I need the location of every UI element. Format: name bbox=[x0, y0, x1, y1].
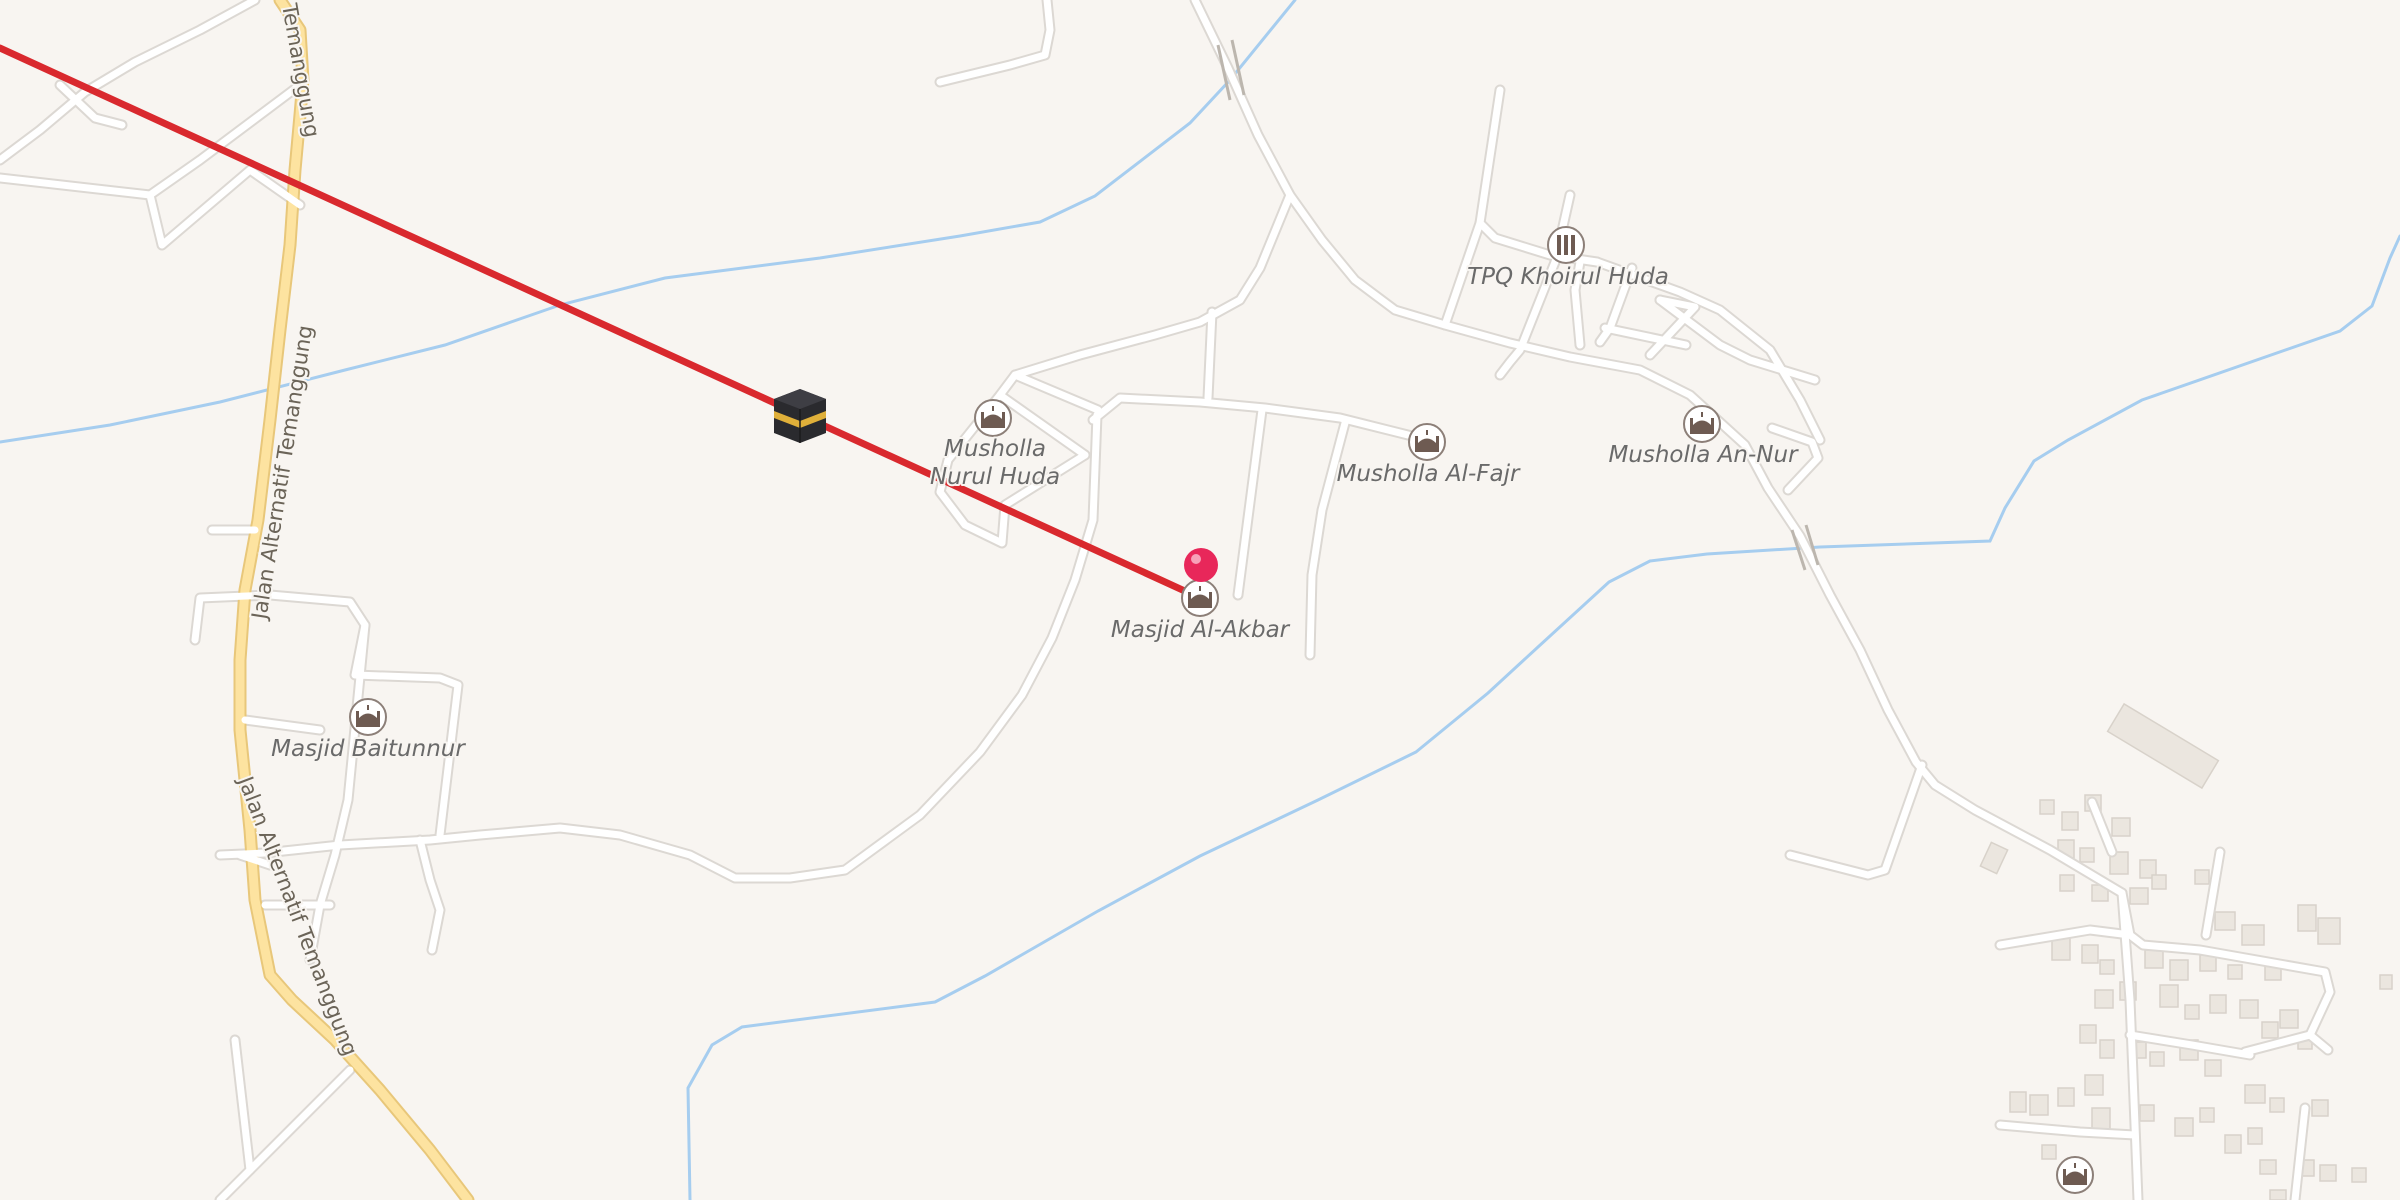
poi-label: Musholla An-Nur bbox=[1608, 442, 1799, 468]
kaaba-icon[interactable] bbox=[774, 389, 826, 443]
poi-label: TPQ Khoirul Huda bbox=[1467, 264, 1669, 290]
poi-label: Masjid Al-Akbar bbox=[1111, 617, 1291, 643]
poi-label: Musholla bbox=[944, 436, 1046, 462]
map-canvas[interactable]: Jalan Alternatif Temanggung Jalan Altern… bbox=[0, 0, 2400, 1200]
poi-mosque-bottom-right[interactable] bbox=[2056, 1156, 2094, 1194]
school-icon bbox=[1557, 235, 1575, 255]
map-pin-icon[interactable] bbox=[1184, 548, 1218, 582]
poi-label: Nurul Huda bbox=[930, 464, 1060, 490]
poi-label: Musholla Al-Fajr bbox=[1337, 461, 1521, 487]
poi-label: Masjid Baitunnur bbox=[271, 736, 466, 762]
